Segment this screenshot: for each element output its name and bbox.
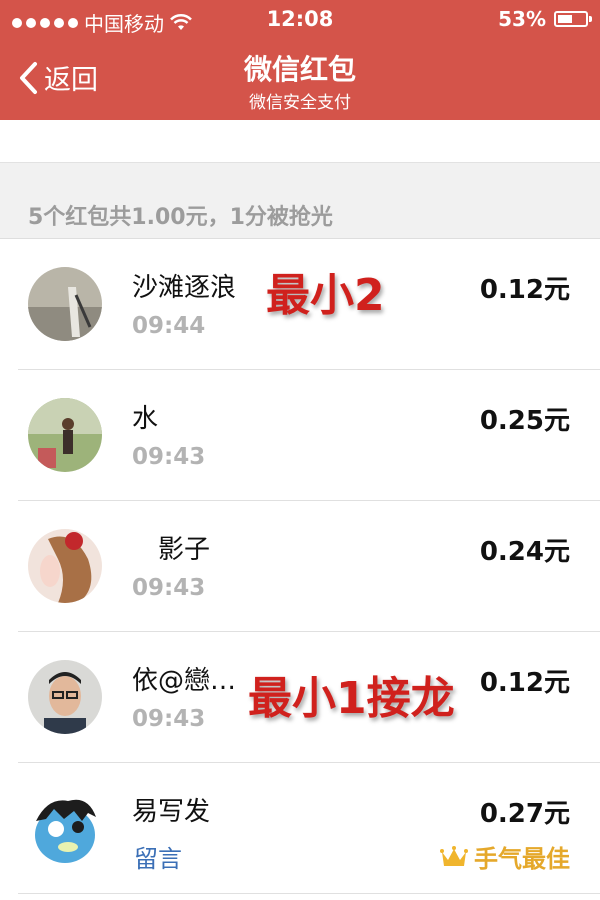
battery-icon bbox=[554, 11, 592, 27]
avatar bbox=[28, 398, 102, 472]
entry-amount: 0.27元 bbox=[479, 799, 570, 829]
summary-text: 5个红包共1.00元，1分被抢光 bbox=[28, 205, 333, 230]
entry-amount: 0.12元 bbox=[479, 668, 570, 698]
page-title: 微信红包 bbox=[243, 53, 356, 86]
entry-name: 影子 bbox=[132, 535, 211, 565]
avatar bbox=[28, 529, 102, 603]
entry-name: 易写发 bbox=[132, 797, 211, 827]
divider bbox=[18, 893, 600, 894]
list-item[interactable]: 依@戀… 09:43 0.12元 最小1接龙 bbox=[0, 632, 600, 763]
entry-time: 09:43 bbox=[132, 706, 206, 732]
status-right: 53% bbox=[498, 7, 592, 31]
list-item[interactable]: 影子 09:43 0.24元 bbox=[0, 501, 600, 632]
entry-amount: 0.24元 bbox=[479, 537, 570, 567]
crown-icon bbox=[440, 845, 468, 866]
nav-bar: 返回 微信红包 微信安全支付 bbox=[0, 40, 600, 120]
annotation-text: 最小1接龙 bbox=[248, 673, 455, 724]
entry-amount: 0.12元 bbox=[479, 275, 570, 305]
best-luck-label: 手气最佳 bbox=[474, 845, 570, 873]
header-spacer bbox=[0, 120, 600, 163]
entry-time: 09:43 bbox=[132, 444, 206, 470]
entry-name: 水 bbox=[132, 404, 159, 434]
avatar bbox=[28, 660, 102, 734]
best-luck-badge: 手气最佳 bbox=[440, 839, 570, 874]
list-item[interactable]: 沙滩逐浪 09:44 0.12元 最小2 bbox=[0, 239, 600, 370]
avatar bbox=[28, 267, 102, 341]
battery-fill bbox=[558, 15, 572, 23]
list-item[interactable]: 易写发 留言 0.27元 手气最佳 bbox=[0, 763, 600, 894]
list-item[interactable]: 水 09:43 0.25元 bbox=[0, 370, 600, 501]
annotation-text: 最小2 bbox=[266, 270, 385, 321]
battery-percent: 53% bbox=[498, 7, 546, 31]
avatar bbox=[28, 791, 102, 865]
status-bar: 中国移动 12:08 53% bbox=[0, 0, 600, 40]
leave-message-link[interactable]: 留言 bbox=[134, 839, 182, 874]
entry-name: 沙滩逐浪 bbox=[132, 273, 237, 303]
page-subtitle: 微信安全支付 bbox=[249, 93, 351, 113]
entry-amount: 0.25元 bbox=[479, 406, 570, 436]
entry-time: 09:43 bbox=[132, 575, 206, 601]
summary-bar: 5个红包共1.00元，1分被抢光 bbox=[0, 163, 600, 239]
entry-name: 依@戀… bbox=[132, 666, 237, 696]
entry-time: 09:44 bbox=[132, 313, 206, 339]
